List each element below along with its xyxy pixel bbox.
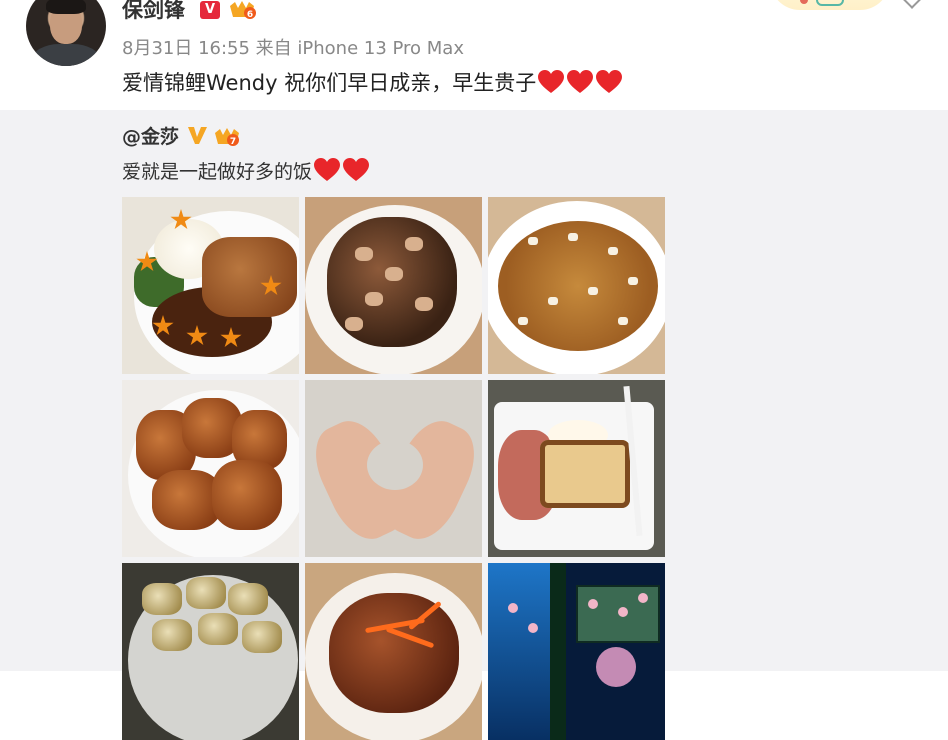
sweet-sour-pork-photo[interactable] bbox=[305, 563, 482, 740]
heart-emoji-icon bbox=[314, 158, 341, 181]
heart-emoji-icon bbox=[596, 70, 623, 93]
post-text: 爱情锦鲤Wendy 祝你们早日成亲，早生贵子 bbox=[122, 68, 623, 98]
heart-emoji-icon bbox=[567, 70, 594, 93]
heart-emoji-icon bbox=[538, 70, 565, 93]
toast-breakfast-photo[interactable] bbox=[488, 380, 665, 557]
repost-text-content: 爱就是一起做好多的饭 bbox=[122, 161, 313, 183]
vip-level-icon: 7 bbox=[215, 128, 239, 147]
author-avatar[interactable] bbox=[26, 0, 106, 66]
heart-emoji-icon bbox=[343, 158, 370, 181]
fried-pork-photo[interactable] bbox=[122, 380, 299, 557]
fried-nuggets-photo[interactable] bbox=[122, 563, 299, 740]
chevron-down-icon[interactable] bbox=[902, 0, 922, 9]
gold-verified-icon bbox=[188, 127, 207, 144]
vip-level-number: 6 bbox=[247, 10, 253, 20]
decoration-card bbox=[770, 0, 890, 10]
vip-level-icon: 6 bbox=[230, 1, 256, 20]
post-header: 保剑锋 V 6 8月31日 16:55 来自 iPhone 13 Pro Max… bbox=[0, 0, 948, 110]
verified-badge-icon: V bbox=[200, 1, 220, 19]
repost-username[interactable]: @金莎 bbox=[122, 124, 179, 150]
heart-hands-photo[interactable] bbox=[305, 380, 482, 557]
fried-rice-photo[interactable] bbox=[488, 197, 665, 374]
post-meta: 8月31日 16:55 来自 iPhone 13 Pro Max bbox=[122, 38, 464, 59]
rice-pork-photo[interactable] bbox=[122, 197, 299, 374]
vip-level-number: 7 bbox=[230, 137, 236, 147]
repost-card[interactable]: @金莎 7 爱就是一起做好多的饭 bbox=[0, 110, 948, 740]
eggplant-photo[interactable] bbox=[305, 197, 482, 374]
post-text-content: 爱情锦鲤Wendy 祝你们早日成亲，早生贵子 bbox=[122, 71, 537, 95]
repost-text: 爱就是一起做好多的饭 bbox=[122, 157, 370, 187]
author-name[interactable]: 保剑锋 bbox=[122, 0, 185, 25]
aquarium-photo[interactable] bbox=[488, 563, 665, 740]
